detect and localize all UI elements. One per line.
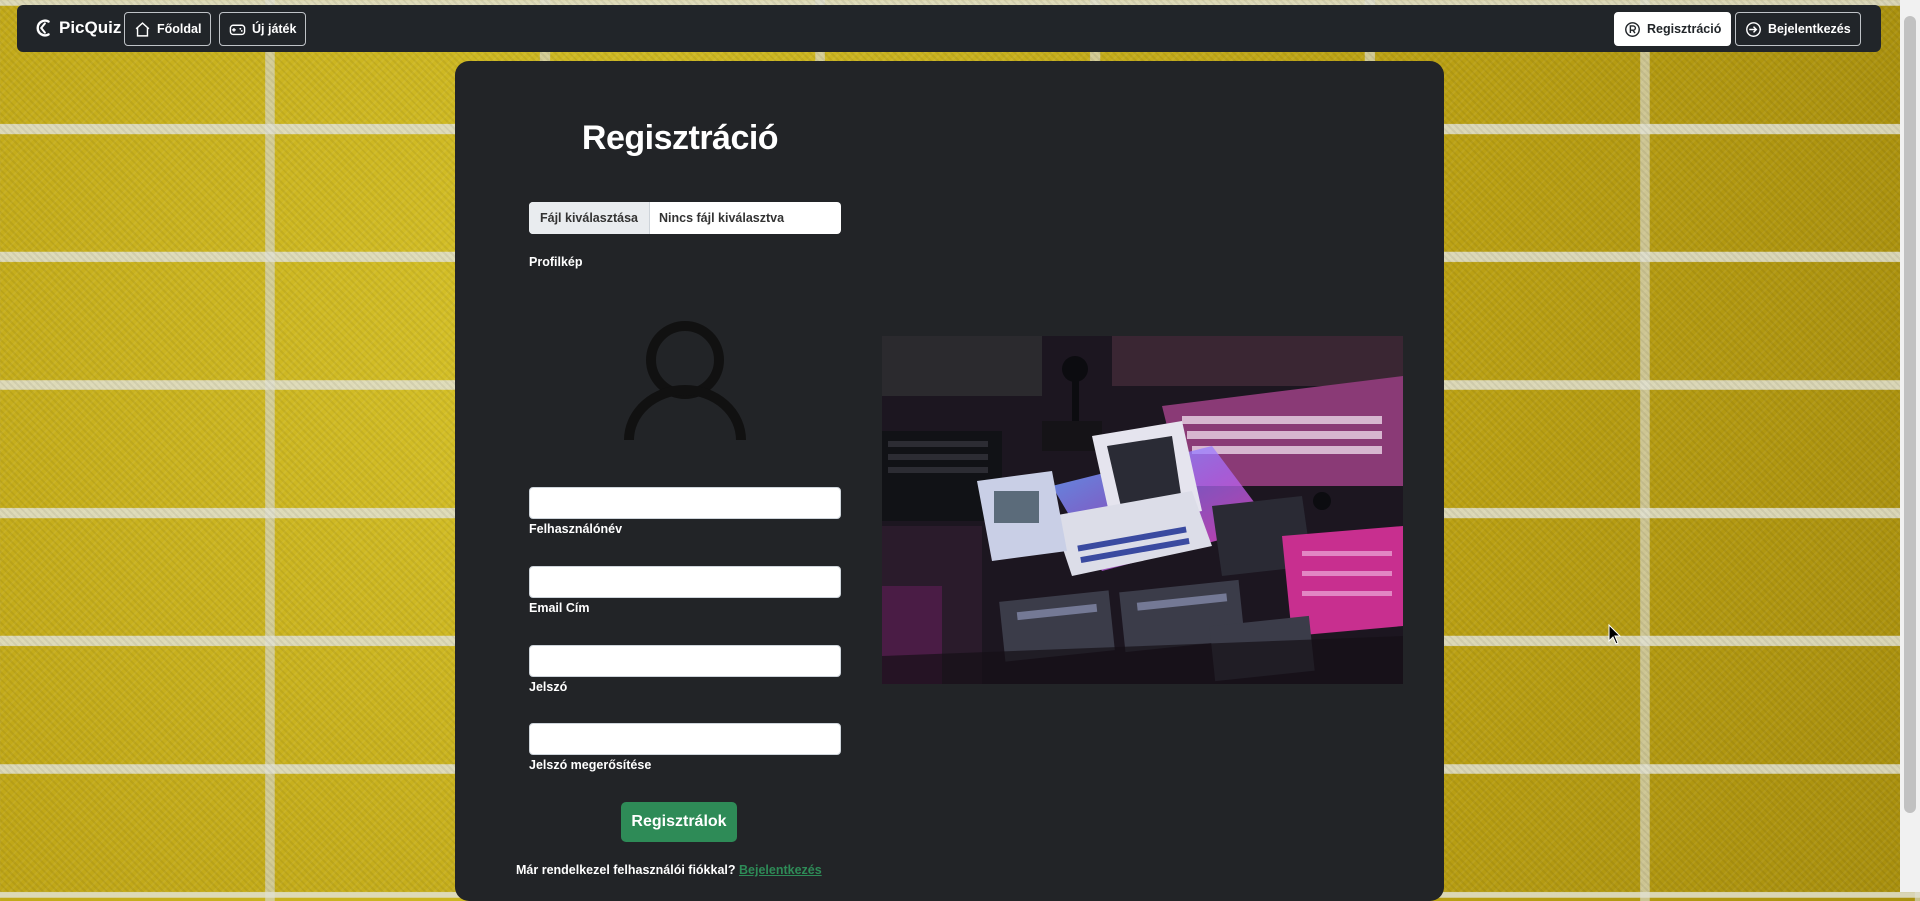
password-confirm-input[interactable] <box>529 723 841 755</box>
home-button-label: Főoldal <box>157 22 202 36</box>
new-game-button-label: Új játék <box>252 22 297 36</box>
password-label: Jelszó <box>529 680 568 694</box>
registration-card: Regisztráció Fájl kiválasztása Nincs fáj… <box>455 61 1444 901</box>
brand-name: PicQuiz <box>59 18 122 37</box>
password-confirm-label: Jelszó megerősítése <box>529 758 652 772</box>
already-registered-text: Már rendelkezel felhasználói fiókkal? Be… <box>516 863 822 877</box>
file-choose-button[interactable]: Fájl kiválasztása <box>529 202 650 234</box>
retro-computers-image <box>882 336 1403 684</box>
profile-file-input[interactable]: Fájl kiválasztása Nincs fájl kiválasztva <box>529 202 841 234</box>
login-icon <box>1746 21 1761 37</box>
email-input[interactable] <box>529 566 841 598</box>
picquiz-logo-icon <box>36 19 50 37</box>
username-input[interactable] <box>529 487 841 519</box>
email-label: Email Cím <box>529 601 590 615</box>
house-icon <box>135 21 150 37</box>
brand-link[interactable]: PicQuiz <box>33 17 121 39</box>
login-nav-button[interactable]: Bejelentkezés <box>1735 12 1861 46</box>
default-avatar-icon <box>624 321 746 440</box>
file-status-text: Nincs fájl kiválasztva <box>658 211 785 225</box>
scrollbar-thumb[interactable] <box>1904 16 1916 813</box>
profile-picture-label: Profilkép <box>529 255 583 269</box>
mouse-cursor-icon <box>1608 624 1622 645</box>
home-button[interactable]: Főoldal <box>124 12 212 46</box>
page-scrollbar[interactable] <box>1900 0 1920 892</box>
navbar: PicQuiz Főoldal Új játék Regisztráció Be… <box>17 5 1881 52</box>
gamepad-icon <box>229 24 246 35</box>
register-nav-button[interactable]: Regisztráció <box>1614 12 1732 46</box>
new-game-button[interactable]: Új játék <box>219 12 307 46</box>
login-link[interactable]: Bejelentkezés <box>739 863 822 877</box>
already-registered-question: Már rendelkezel felhasználói fiókkal? <box>516 863 736 877</box>
registered-icon <box>1625 21 1640 37</box>
login-nav-label: Bejelentkezés <box>1768 22 1851 36</box>
username-label: Felhasználónév <box>529 522 623 536</box>
password-input[interactable] <box>529 645 841 677</box>
register-nav-label: Regisztráció <box>1647 22 1722 36</box>
page-title: Regisztráció <box>581 119 779 157</box>
retro-computers-illustration <box>882 336 1403 684</box>
register-submit-button[interactable]: Regisztrálok <box>621 802 737 842</box>
